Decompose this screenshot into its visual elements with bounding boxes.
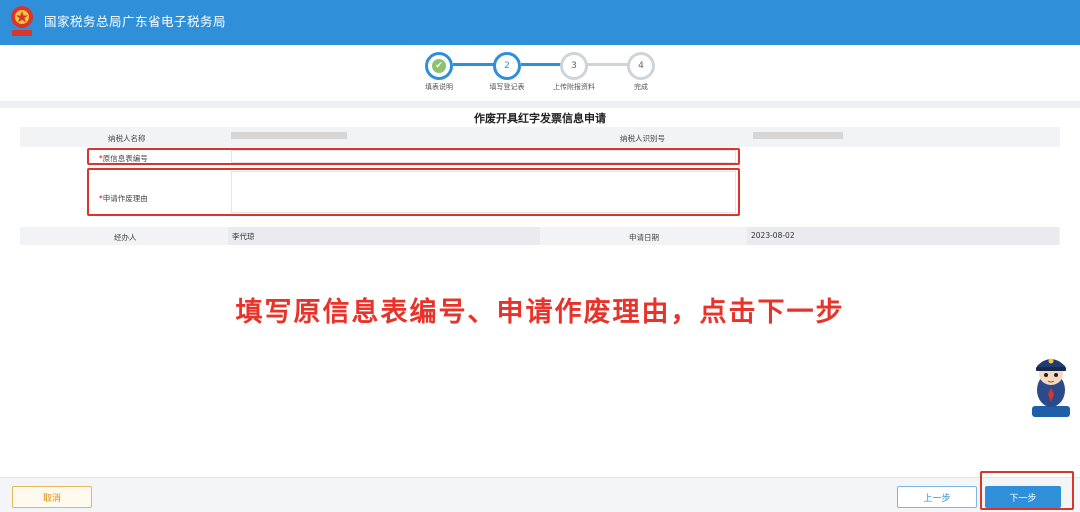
top-header-bar: 国家税务总局广东省电子税务局	[0, 0, 1080, 45]
form-row-taxpayer	[20, 127, 1060, 147]
taxpayer-name-value-redacted	[231, 132, 347, 139]
previous-step-button[interactable]: 上一步	[897, 486, 977, 508]
handler-label: 经办人	[114, 233, 137, 242]
cancel-button[interactable]: 取消	[12, 486, 92, 508]
check-icon: ✔	[432, 59, 446, 73]
taxpayer-name-label: 纳税人名称	[108, 134, 146, 143]
highlight-box-reason	[87, 168, 740, 216]
step-4: 4	[627, 52, 655, 80]
step-1-label: 填表说明	[425, 83, 453, 91]
progress-stepper: ✔ 填表说明 2 填写登记表 3 上传附报资料 4 完成	[0, 45, 1080, 102]
instruction-annotation: 填写原信息表编号、申请作废理由，点击下一步	[235, 297, 845, 328]
taxpayer-id-value-redacted	[753, 132, 843, 139]
step-1: ✔	[425, 52, 453, 80]
application-form: 纳税人名称 纳税人识别号 *原信息表编号 *申请作废理由 经办人 李代琼 申请日…	[20, 127, 1060, 245]
apply-date-label: 申请日期	[629, 233, 659, 242]
handler-field	[228, 227, 540, 245]
step-2: 2	[493, 52, 521, 80]
form-title: 作废开具红字发票信息申请	[474, 112, 606, 125]
step-3-label: 上传附报资料	[553, 83, 595, 91]
handler-value: 李代琼	[232, 232, 255, 241]
step-4-label: 完成	[634, 83, 648, 91]
assistant-mascot-icon[interactable]	[1030, 350, 1072, 420]
app-title: 国家税务总局广东省电子税务局	[44, 14, 227, 29]
bottom-action-bar: 取消 上一步 下一步	[0, 477, 1080, 512]
highlight-box-form-no	[87, 148, 740, 165]
tax-emblem-icon	[11, 6, 33, 36]
step-3: 3	[560, 52, 588, 80]
apply-date-value: 2023-08-02	[751, 231, 795, 240]
section-divider	[0, 101, 1080, 108]
step-2-label: 填写登记表	[489, 83, 525, 91]
highlight-box-next	[980, 471, 1074, 510]
taxpayer-id-label: 纳税人识别号	[620, 134, 665, 143]
